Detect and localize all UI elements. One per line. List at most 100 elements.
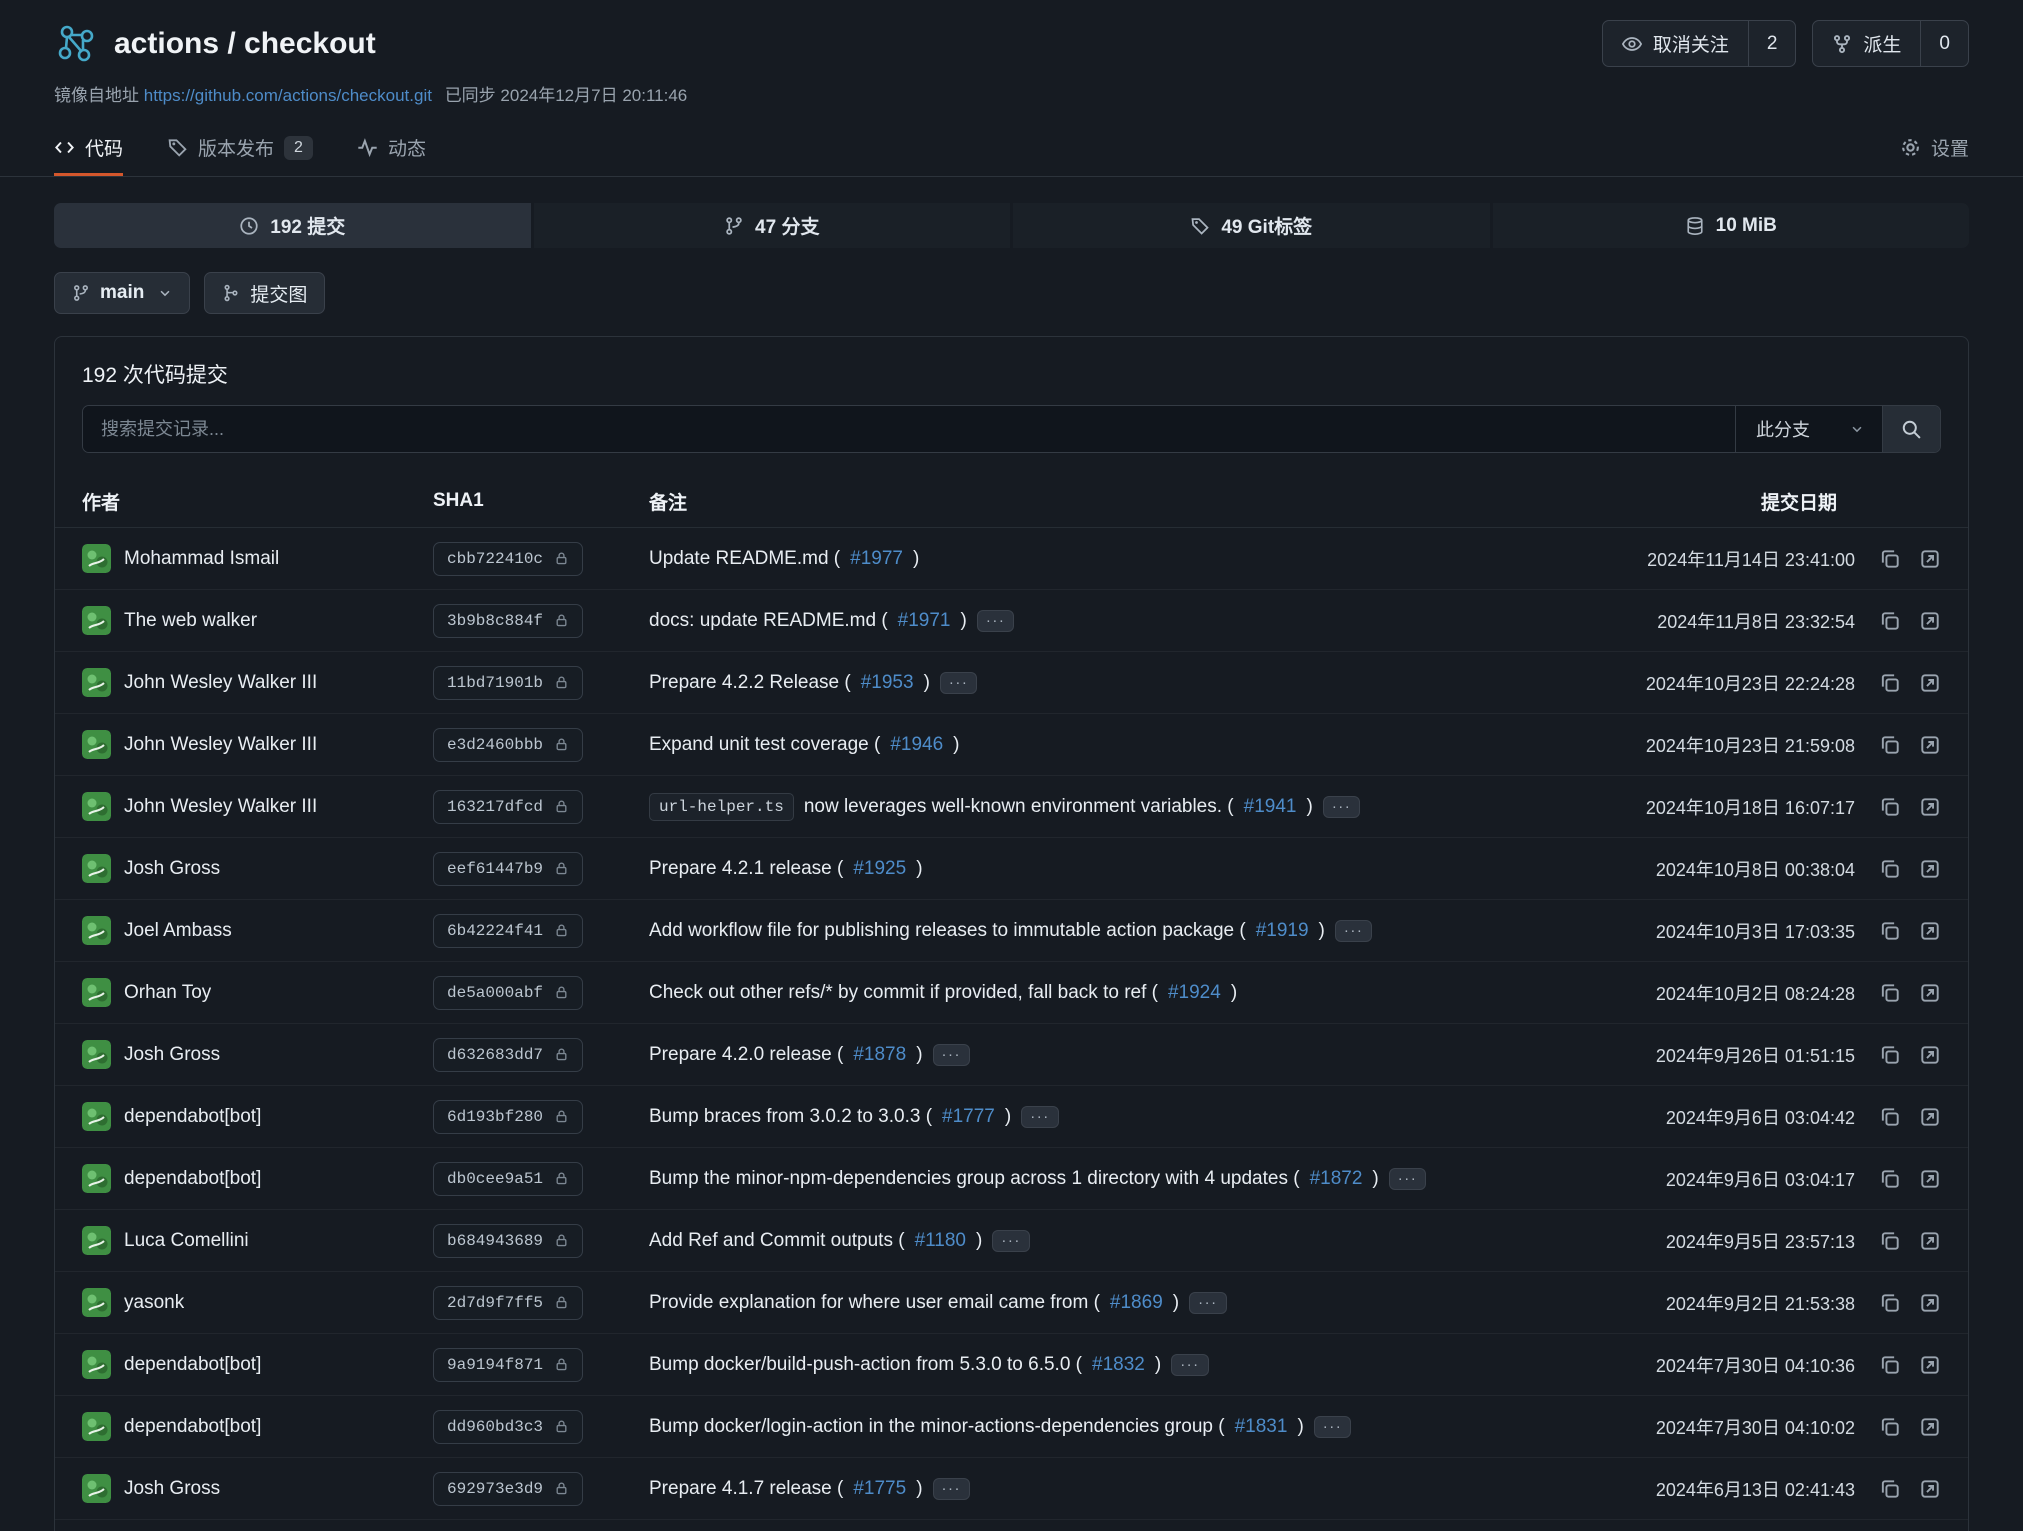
commit-search-button[interactable] — [1882, 406, 1940, 452]
commit-sha-button[interactable]: eef61447b9 — [433, 852, 583, 886]
author-name[interactable]: Luca Comellini — [124, 1230, 249, 1252]
author-name[interactable]: yasonk — [124, 1292, 184, 1314]
commit-sha-button[interactable]: e3d2460bbb — [433, 728, 583, 762]
pr-link[interactable]: #1180 — [915, 1230, 966, 1252]
avatar[interactable] — [82, 1040, 111, 1069]
commit-sha-button[interactable]: b684943689 — [433, 1224, 583, 1258]
tab-settings[interactable]: 设置 — [1900, 122, 1969, 176]
browse-source-button[interactable] — [1919, 548, 1941, 570]
stat-tags[interactable]: 49 Git标签 — [1013, 203, 1490, 248]
pr-link[interactable]: #1946 — [890, 734, 943, 756]
pr-link[interactable]: #1941 — [1244, 796, 1297, 818]
author-name[interactable]: Orhan Toy — [124, 982, 211, 1004]
commit-sha-button[interactable]: cbb722410c — [433, 542, 583, 576]
tab-releases[interactable]: 版本发布 2 — [167, 122, 313, 176]
pr-link[interactable]: #1777 — [942, 1106, 995, 1128]
mirror-url-link[interactable]: https://github.com/actions/checkout.git — [144, 86, 432, 105]
browse-source-button[interactable] — [1919, 1106, 1941, 1128]
expand-commit-button[interactable]: ··· — [933, 1478, 971, 1500]
pr-link[interactable]: #1869 — [1110, 1292, 1163, 1314]
copy-sha-button[interactable] — [1879, 1106, 1901, 1128]
pr-link[interactable]: #1971 — [898, 610, 951, 632]
author-name[interactable]: John Wesley Walker III — [124, 796, 317, 818]
browse-source-button[interactable] — [1919, 1168, 1941, 1190]
expand-commit-button[interactable]: ··· — [992, 1230, 1030, 1252]
unwatch-button[interactable]: 取消关注 — [1603, 21, 1748, 66]
avatar[interactable] — [82, 1412, 111, 1441]
browse-source-button[interactable] — [1919, 1478, 1941, 1500]
browse-source-button[interactable] — [1919, 1354, 1941, 1376]
expand-commit-button[interactable]: ··· — [1189, 1292, 1227, 1314]
pr-link[interactable]: #1872 — [1310, 1168, 1363, 1190]
avatar[interactable] — [82, 916, 111, 945]
author-name[interactable]: dependabot[bot] — [124, 1168, 261, 1190]
author-name[interactable]: Josh Gross — [124, 858, 220, 880]
expand-commit-button[interactable]: ··· — [1314, 1416, 1352, 1438]
avatar[interactable] — [82, 792, 111, 821]
pr-link[interactable]: #1832 — [1092, 1354, 1145, 1376]
avatar[interactable] — [82, 1102, 111, 1131]
pr-link[interactable]: #1878 — [853, 1044, 906, 1066]
pr-link[interactable]: #1977 — [850, 548, 903, 570]
expand-commit-button[interactable]: ··· — [940, 672, 978, 694]
avatar[interactable] — [82, 1164, 111, 1193]
copy-sha-button[interactable] — [1879, 982, 1901, 1004]
commit-sha-button[interactable]: dd960bd3c3 — [433, 1410, 583, 1444]
browse-source-button[interactable] — [1919, 1044, 1941, 1066]
copy-sha-button[interactable] — [1879, 548, 1901, 570]
avatar[interactable] — [82, 730, 111, 759]
author-name[interactable]: John Wesley Walker III — [124, 672, 317, 694]
copy-sha-button[interactable] — [1879, 796, 1901, 818]
avatar[interactable] — [82, 1288, 111, 1317]
copy-sha-button[interactable] — [1879, 1044, 1901, 1066]
avatar[interactable] — [82, 1350, 111, 1379]
pr-link[interactable]: #1925 — [853, 858, 906, 880]
avatar[interactable] — [82, 606, 111, 635]
copy-sha-button[interactable] — [1879, 734, 1901, 756]
browse-source-button[interactable] — [1919, 610, 1941, 632]
commit-sha-button[interactable]: 692973e3d9 — [433, 1472, 583, 1506]
copy-sha-button[interactable] — [1879, 1292, 1901, 1314]
avatar[interactable] — [82, 1474, 111, 1503]
author-name[interactable]: dependabot[bot] — [124, 1416, 261, 1438]
tab-code[interactable]: 代码 — [54, 122, 123, 176]
tab-activity[interactable]: 动态 — [357, 122, 426, 176]
avatar[interactable] — [82, 1226, 111, 1255]
browse-source-button[interactable] — [1919, 734, 1941, 756]
expand-commit-button[interactable]: ··· — [1389, 1168, 1427, 1190]
browse-source-button[interactable] — [1919, 1292, 1941, 1314]
branch-selector[interactable]: main — [54, 272, 190, 314]
author-name[interactable]: John Wesley Walker III — [124, 734, 317, 756]
expand-commit-button[interactable]: ··· — [1335, 920, 1373, 942]
commit-search-input[interactable] — [83, 406, 1735, 452]
commit-sha-button[interactable]: d632683dd7 — [433, 1038, 583, 1072]
browse-source-button[interactable] — [1919, 920, 1941, 942]
author-name[interactable]: The web walker — [124, 610, 257, 632]
author-name[interactable]: Josh Gross — [124, 1044, 220, 1066]
commit-graph-button[interactable]: 提交图 — [204, 272, 325, 314]
commit-sha-button[interactable]: 3b9b8c884f — [433, 604, 583, 638]
avatar[interactable] — [82, 544, 111, 573]
pr-link[interactable]: #1831 — [1235, 1416, 1288, 1438]
expand-commit-button[interactable]: ··· — [933, 1044, 971, 1066]
copy-sha-button[interactable] — [1879, 610, 1901, 632]
stat-size[interactable]: 10 MiB — [1493, 203, 1970, 248]
commit-sha-button[interactable]: 11bd71901b — [433, 666, 583, 700]
branch-scope-select[interactable]: 此分支 — [1735, 406, 1882, 452]
commit-sha-button[interactable]: 6d193bf280 — [433, 1100, 583, 1134]
avatar[interactable] — [82, 668, 111, 697]
author-name[interactable]: dependabot[bot] — [124, 1354, 261, 1376]
expand-commit-button[interactable]: ··· — [1171, 1354, 1209, 1376]
expand-commit-button[interactable]: ··· — [1021, 1106, 1059, 1128]
browse-source-button[interactable] — [1919, 1230, 1941, 1252]
copy-sha-button[interactable] — [1879, 920, 1901, 942]
browse-source-button[interactable] — [1919, 858, 1941, 880]
copy-sha-button[interactable] — [1879, 1478, 1901, 1500]
stat-branches[interactable]: 47 分支 — [534, 203, 1011, 248]
copy-sha-button[interactable] — [1879, 672, 1901, 694]
commit-sha-button[interactable]: 163217dfcd — [433, 790, 583, 824]
browse-source-button[interactable] — [1919, 672, 1941, 694]
avatar[interactable] — [82, 978, 111, 1007]
copy-sha-button[interactable] — [1879, 1354, 1901, 1376]
commit-sha-button[interactable]: db0cee9a51 — [433, 1162, 583, 1196]
